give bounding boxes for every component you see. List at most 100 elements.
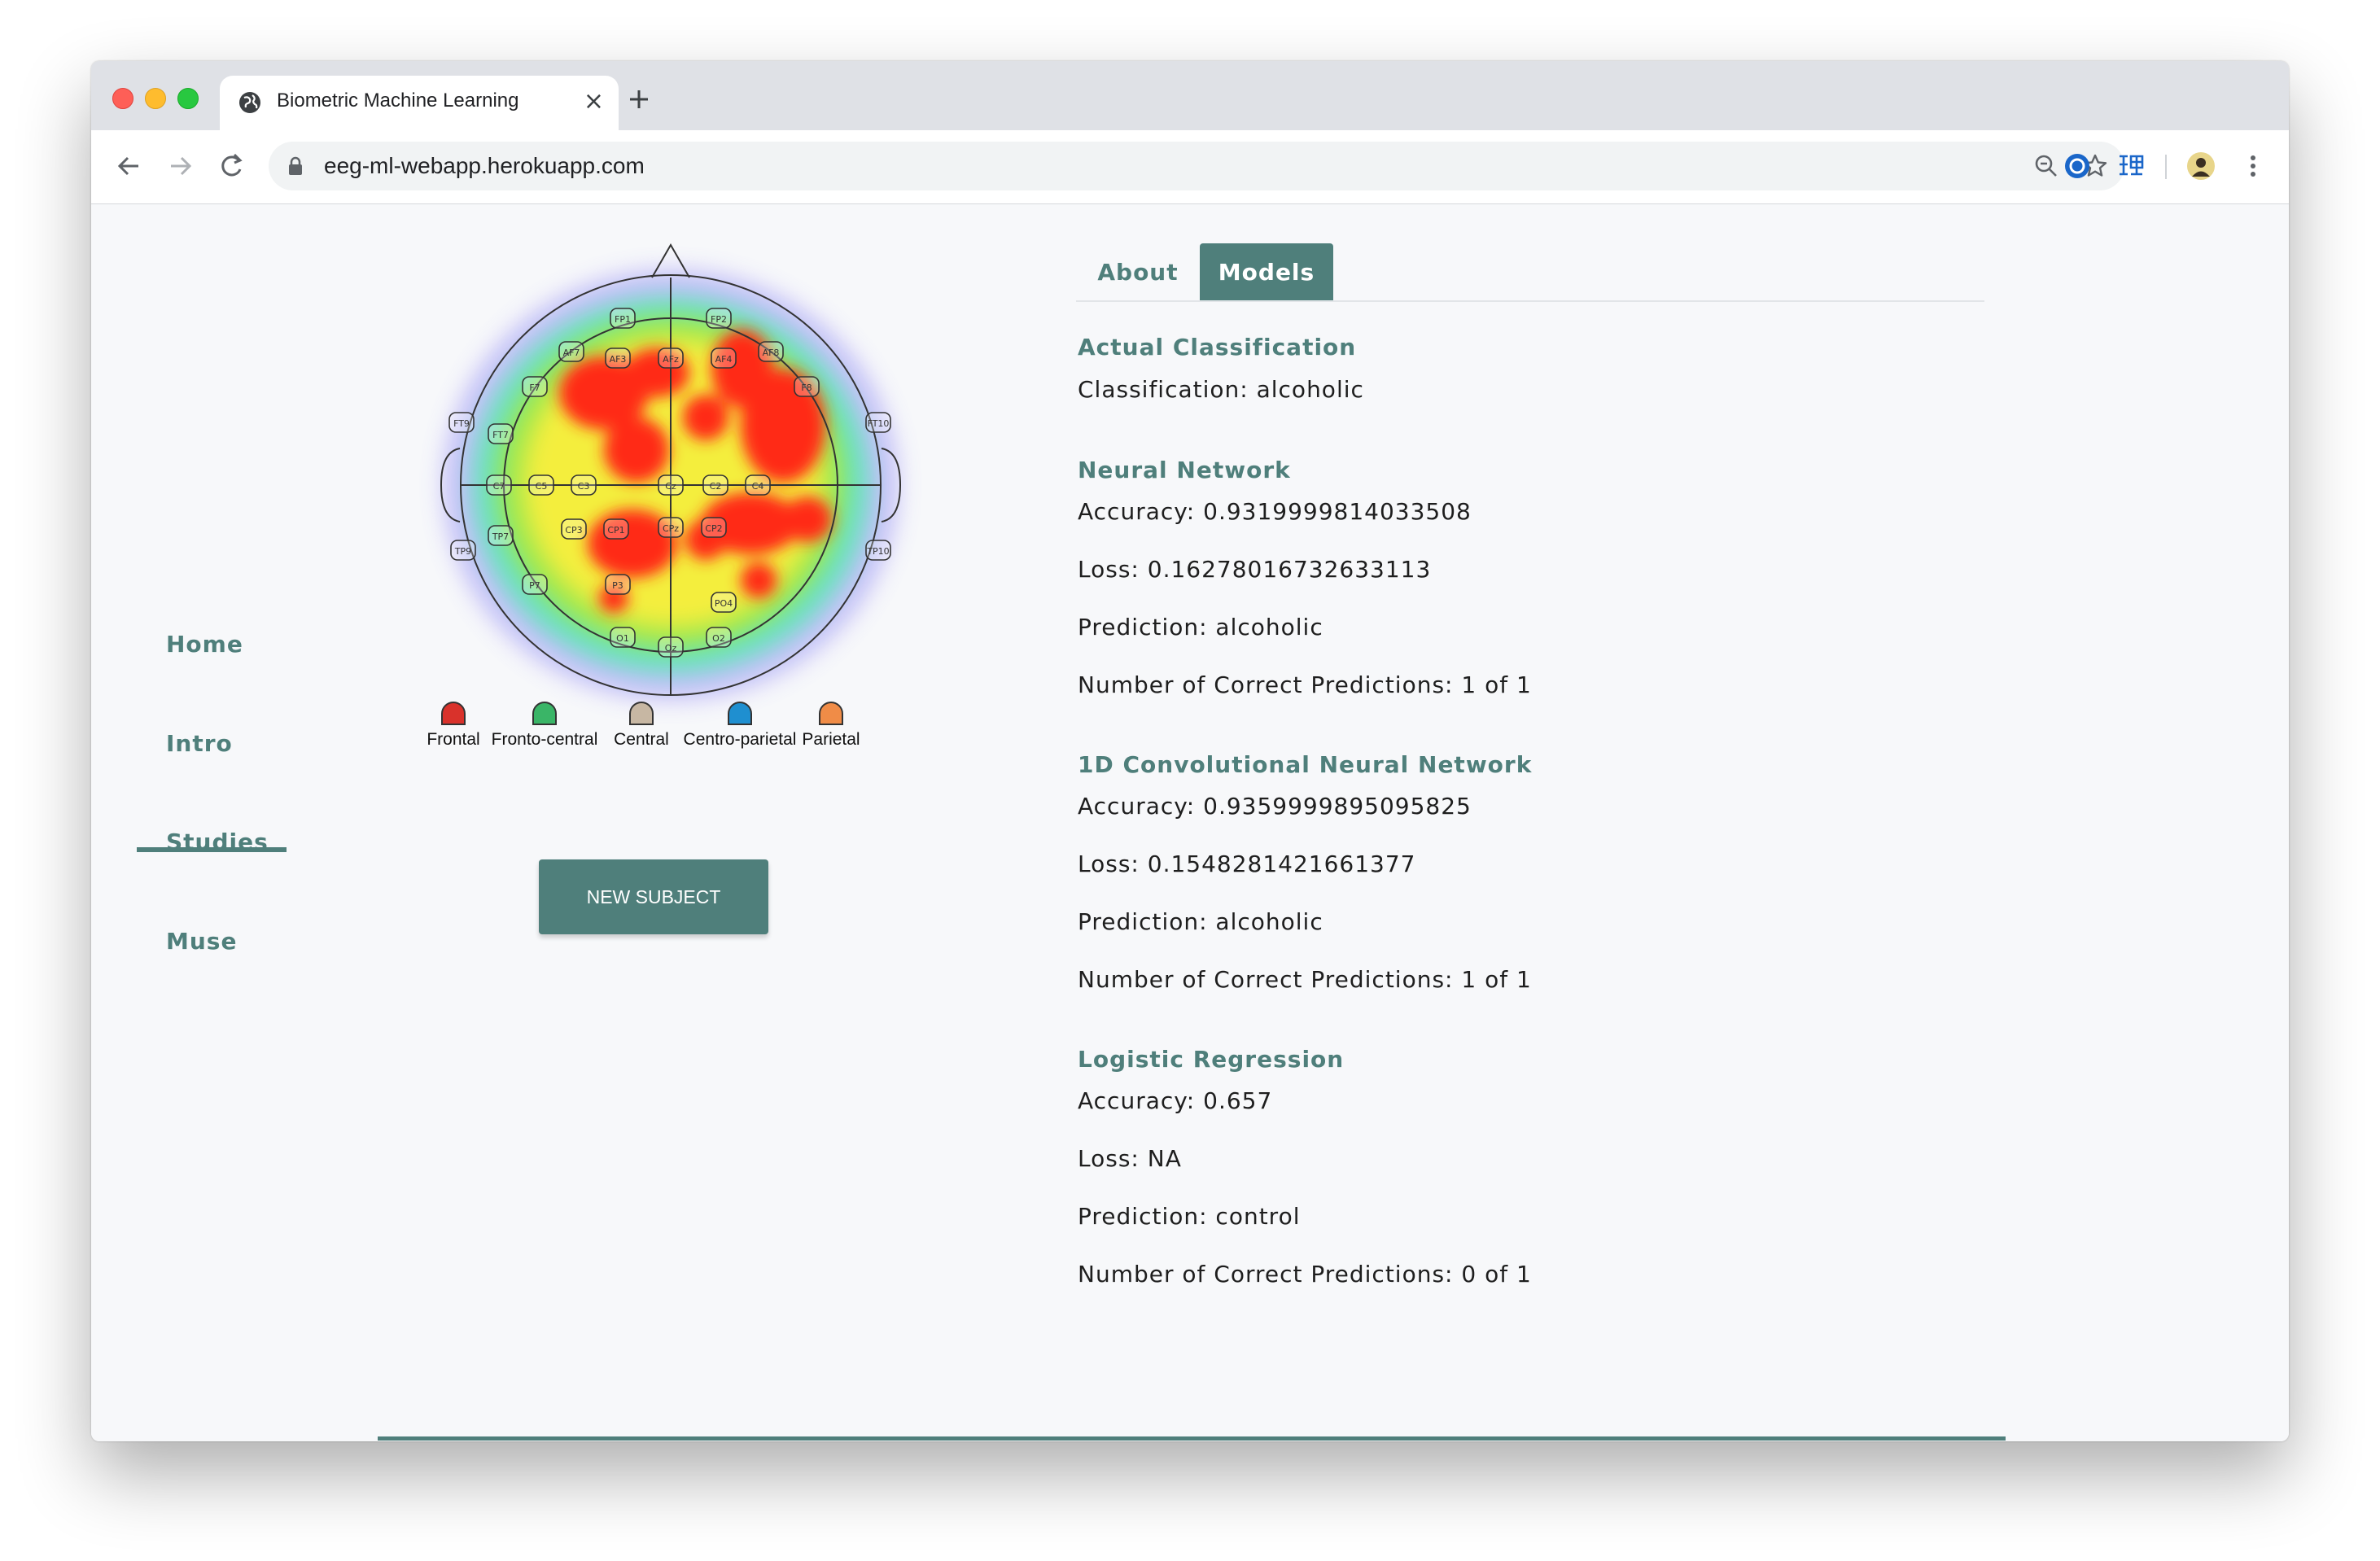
electrode-marker: Cz [658,474,684,496]
zoom-icon[interactable] [2032,151,2061,181]
electrode-marker: FP2 [706,308,732,329]
svg-text:TP7: TP7 [492,531,509,542]
new-subject-button[interactable]: NEW SUBJECT [539,859,768,934]
electrode-marker: FT10 [865,412,891,433]
legend-item-frontal: Frontal [427,702,480,749]
electrode-marker: AF8 [758,341,784,362]
svg-text:F8: F8 [801,383,812,393]
svg-text:AFz: AFz [663,354,679,365]
electrode-marker: C7 [486,474,512,496]
electrode-marker: C2 [702,474,728,496]
actual-classification-title: Actual Classification [1078,334,1357,361]
electrode-marker: F8 [794,376,820,397]
cnn-correct-predictions: Number of Correct Predictions: 1 of 1 [1078,966,1532,993]
electrode-marker: F7 [522,376,548,397]
toolbar-divider [2165,155,2167,179]
sidebar-item-intro[interactable]: Intro [166,730,233,757]
svg-text:C4: C4 [752,481,764,492]
svg-text:Fronto-central: Fronto-central [492,730,598,749]
reload-icon[interactable] [215,150,247,182]
browser-toolbar: eeg-ml-webapp.herokuapp.com [91,130,2289,204]
electrode-marker: C5 [528,474,554,496]
electrode-marker: TP7 [488,525,514,546]
electrode-marker: FT7 [488,423,514,444]
electrode-marker: AFz [658,348,684,369]
svg-text:Frontal: Frontal [427,730,479,749]
browser-tab[interactable]: Biometric Machine Learning × [220,76,619,130]
cnn-title: 1D Convolutional Neural Network [1078,751,1533,778]
tab-about[interactable]: About [1076,243,1200,300]
svg-text:Centro-parietal: Centro-parietal [684,730,797,749]
nn-prediction: Prediction: alcoholic [1078,614,1323,641]
electrode-marker: TP10 [865,540,891,561]
more-menu-icon[interactable] [2237,150,2269,182]
sidebar-item-home[interactable]: Home [166,631,243,658]
new-tab-icon[interactable] [625,85,653,113]
translate-extension-icon[interactable] [2115,150,2147,182]
svg-text:TP9: TP9 [454,546,471,557]
svg-text:Central: Central [614,730,669,749]
svg-text:AF7: AF7 [563,348,580,358]
electrode-marker: FP1 [610,308,636,329]
svg-text:C2: C2 [710,481,722,492]
electrode-marker: FT9 [448,412,475,433]
svg-text:Oz: Oz [665,643,677,654]
forward-arrow-icon[interactable] [164,150,197,182]
footer-divider [378,1436,2006,1441]
tab-bar: Biometric Machine Learning × [91,61,2289,130]
electrode-marker: C3 [571,474,597,496]
svg-text:O2: O2 [712,633,725,644]
globe-icon [239,92,260,113]
address-bar[interactable]: eeg-ml-webapp.herokuapp.com [269,142,2124,190]
maximize-window-button[interactable] [177,88,199,109]
tab-title: Biometric Machine Learning [277,90,519,112]
legend-item-fronto-central: Fronto-central [492,702,598,749]
nn-accuracy: Accuracy: 0.9319999814033508 [1078,498,1472,525]
url-text[interactable]: eeg-ml-webapp.herokuapp.com [324,153,645,179]
electrode-marker: Oz [658,636,684,658]
svg-text:AF4: AF4 [715,354,733,365]
electrode-marker: O1 [610,627,636,648]
logistic-regression-title: Logistic Regression [1078,1046,1345,1073]
tab-models[interactable]: Models [1200,243,1333,300]
nn-loss: Loss: 0.16278016732633113 [1078,556,1432,583]
svg-text:AF3: AF3 [610,354,627,365]
electrode-marker: O2 [706,627,732,648]
electrode-marker: CP1 [603,518,629,540]
minimize-window-button[interactable] [145,88,166,109]
svg-text:Parietal: Parietal [802,730,860,749]
cnn-loss: Loss: 0.1548281421661377 [1078,850,1416,877]
legend-item-parietal: Parietal [802,702,860,749]
svg-text:TP10: TP10 [866,546,889,557]
svg-text:PO4: PO4 [715,598,733,609]
electrode-marker: CPz [658,517,684,538]
electrode-marker: PO4 [711,592,737,613]
eeg-headmap: FP1 FP2 AF7 AF3 AFz AF4 AF8 F7 F8 FT9 FT… [427,243,902,749]
electrode-marker: CP2 [701,517,727,538]
svg-text:Cz: Cz [665,481,676,492]
electrode-marker: CP3 [561,518,587,540]
sidebar-item-muse[interactable]: Muse [166,928,237,955]
svg-text:P3: P3 [612,580,623,591]
svg-text:FT10: FT10 [868,418,890,429]
page-content: Home Intro Studies Muse FP1 FP2 AF7 AF3 … [91,204,2289,1441]
electrode-marker: AF3 [605,348,631,369]
electrode-marker: P3 [605,574,631,595]
close-tab-icon[interactable]: × [584,87,604,116]
close-window-button[interactable] [112,88,133,109]
electrode-marker: C4 [745,474,771,496]
svg-text:C7: C7 [493,481,505,492]
lr-prediction: Prediction: control [1078,1203,1301,1230]
svg-text:O1: O1 [616,633,629,644]
neural-network-title: Neural Network [1078,457,1291,483]
svg-text:CPz: CPz [663,523,679,534]
avatar[interactable] [2185,150,2217,182]
svg-text:FT9: FT9 [453,418,470,429]
lr-loss: Loss: NA [1078,1145,1182,1172]
legend-item-centro-parietal: Centro-parietal [684,702,797,749]
svg-text:C5: C5 [536,481,548,492]
legend-item-central: Central [614,702,669,749]
back-arrow-icon[interactable] [112,150,145,182]
svg-text:FT7: FT7 [492,430,509,440]
extension-icon[interactable] [2061,150,2093,182]
